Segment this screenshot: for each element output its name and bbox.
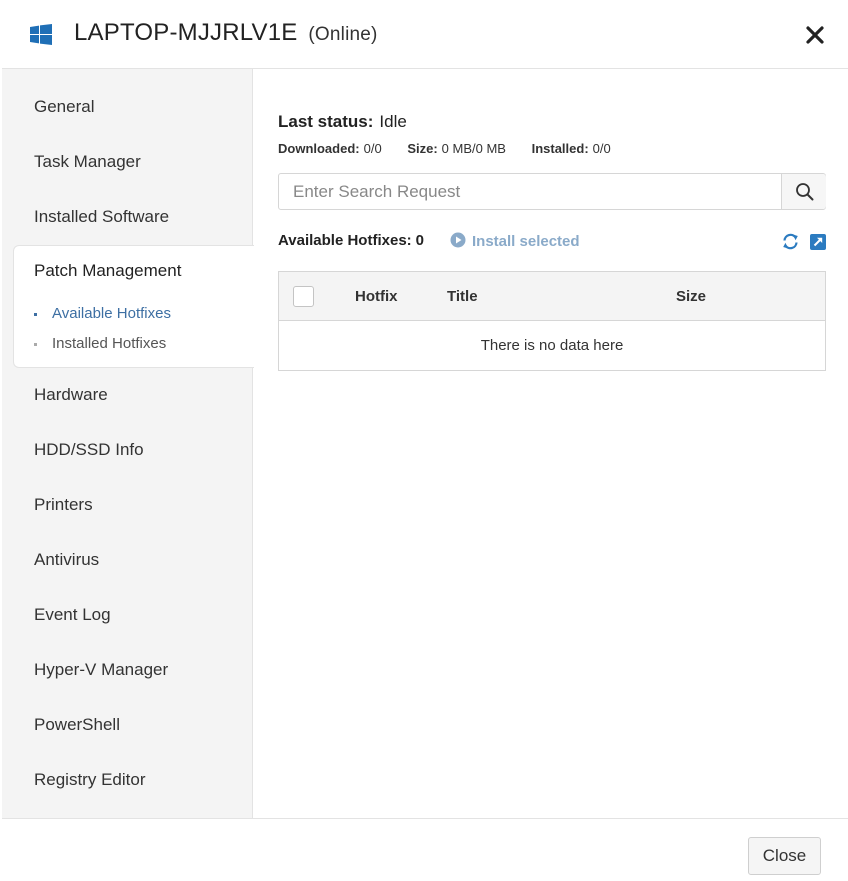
size-value: 0 MB/0 MB	[441, 141, 506, 156]
sidebar-item-event-log[interactable]: Event Log	[2, 587, 253, 642]
dialog-title: LAPTOP-MJJRLV1E (Online)	[74, 19, 378, 47]
external-link-icon[interactable]	[810, 234, 826, 250]
device-name: LAPTOP-MJJRLV1E	[74, 19, 298, 46]
empty-table-message: There is no data here	[480, 337, 624, 354]
available-hotfixes-number: 0	[415, 232, 424, 249]
device-dialog: LAPTOP-MJJRLV1E (Online) General Task Ma…	[2, 0, 848, 881]
sidebar-item-powershell[interactable]: PowerShell	[2, 697, 253, 752]
sidebar-item-installed-software[interactable]: Installed Software	[2, 189, 253, 244]
table-header: Hotfix Title Size	[279, 272, 825, 321]
last-status-label: Last status:	[278, 112, 374, 131]
hotfix-table: Hotfix Title Size There is no data here	[278, 271, 826, 371]
hotfix-toolbar: Available Hotfixes: 0 Install selected	[278, 232, 826, 252]
refresh-icon[interactable]	[782, 233, 799, 250]
search-icon	[796, 183, 814, 201]
column-header-hotfix[interactable]: Hotfix	[355, 288, 398, 305]
download-stats: Downloaded: 0/0 Size: 0 MB/0 MB Installed:…	[278, 141, 633, 156]
sidebar-item-label: Patch Management	[34, 261, 182, 280]
dialog-footer: Close	[2, 818, 848, 881]
device-status: (Online)	[308, 24, 378, 45]
available-hotfixes-label: Available Hotfixes:	[278, 232, 412, 249]
column-header-size[interactable]: Size	[676, 288, 706, 305]
sidebar-subitem-available-hotfixes[interactable]: Available Hotfixes	[34, 305, 171, 322]
sidebar-item-patch-management[interactable]: Patch Management Available Hotfixes Inst…	[13, 245, 254, 368]
windows-logo-icon	[30, 24, 52, 45]
sidebar-item-hdd-ssd-info[interactable]: HDD/SSD Info	[2, 422, 253, 477]
main-content: Last status: Idle Downloaded: 0/0 Size: 0 M…	[254, 69, 848, 818]
search-input[interactable]	[279, 174, 781, 209]
sidebar: General Task Manager Installed Software …	[2, 69, 254, 818]
sidebar-item-antivirus[interactable]: Antivirus	[2, 532, 253, 587]
size-label: Size:	[407, 141, 438, 156]
last-status-value: Idle	[379, 112, 407, 131]
sidebar-item-hardware[interactable]: Hardware	[2, 367, 253, 422]
install-selected-label: Install selected	[472, 233, 580, 250]
sidebar-item-hyper-v-manager[interactable]: Hyper-V Manager	[2, 642, 253, 697]
dialog-header: LAPTOP-MJJRLV1E (Online)	[2, 0, 848, 69]
sidebar-item-registry-editor[interactable]: Registry Editor	[2, 752, 253, 807]
sidebar-subitem-label: Available Hotfixes	[52, 305, 171, 322]
installed-value: 0/0	[592, 141, 611, 156]
search-box	[278, 173, 826, 210]
sidebar-item-task-manager[interactable]: Task Manager	[2, 134, 253, 189]
play-circle-icon	[450, 232, 466, 248]
last-status: Last status: Idle	[278, 112, 407, 132]
installed-label: Installed:	[531, 141, 589, 156]
close-button[interactable]: Close	[748, 837, 821, 875]
close-icon[interactable]	[802, 22, 828, 48]
sidebar-subitem-label: Installed Hotfixes	[52, 335, 167, 352]
sidebar-item-printers[interactable]: Printers	[2, 477, 253, 532]
sidebar-item-general[interactable]: General	[2, 79, 253, 134]
column-header-title[interactable]: Title	[447, 288, 478, 305]
install-selected-button[interactable]: Install selected	[450, 232, 580, 250]
downloaded-value: 0/0	[363, 141, 382, 156]
downloaded-label: Downloaded:	[278, 141, 360, 156]
bullet-icon	[34, 312, 37, 316]
available-hotfixes-count: Available Hotfixes: 0	[278, 232, 424, 249]
select-all-checkbox[interactable]	[293, 286, 314, 307]
sidebar-subitem-installed-hotfixes[interactable]: Installed Hotfixes	[34, 335, 166, 352]
bullet-icon	[34, 342, 37, 346]
search-button[interactable]	[781, 174, 826, 209]
